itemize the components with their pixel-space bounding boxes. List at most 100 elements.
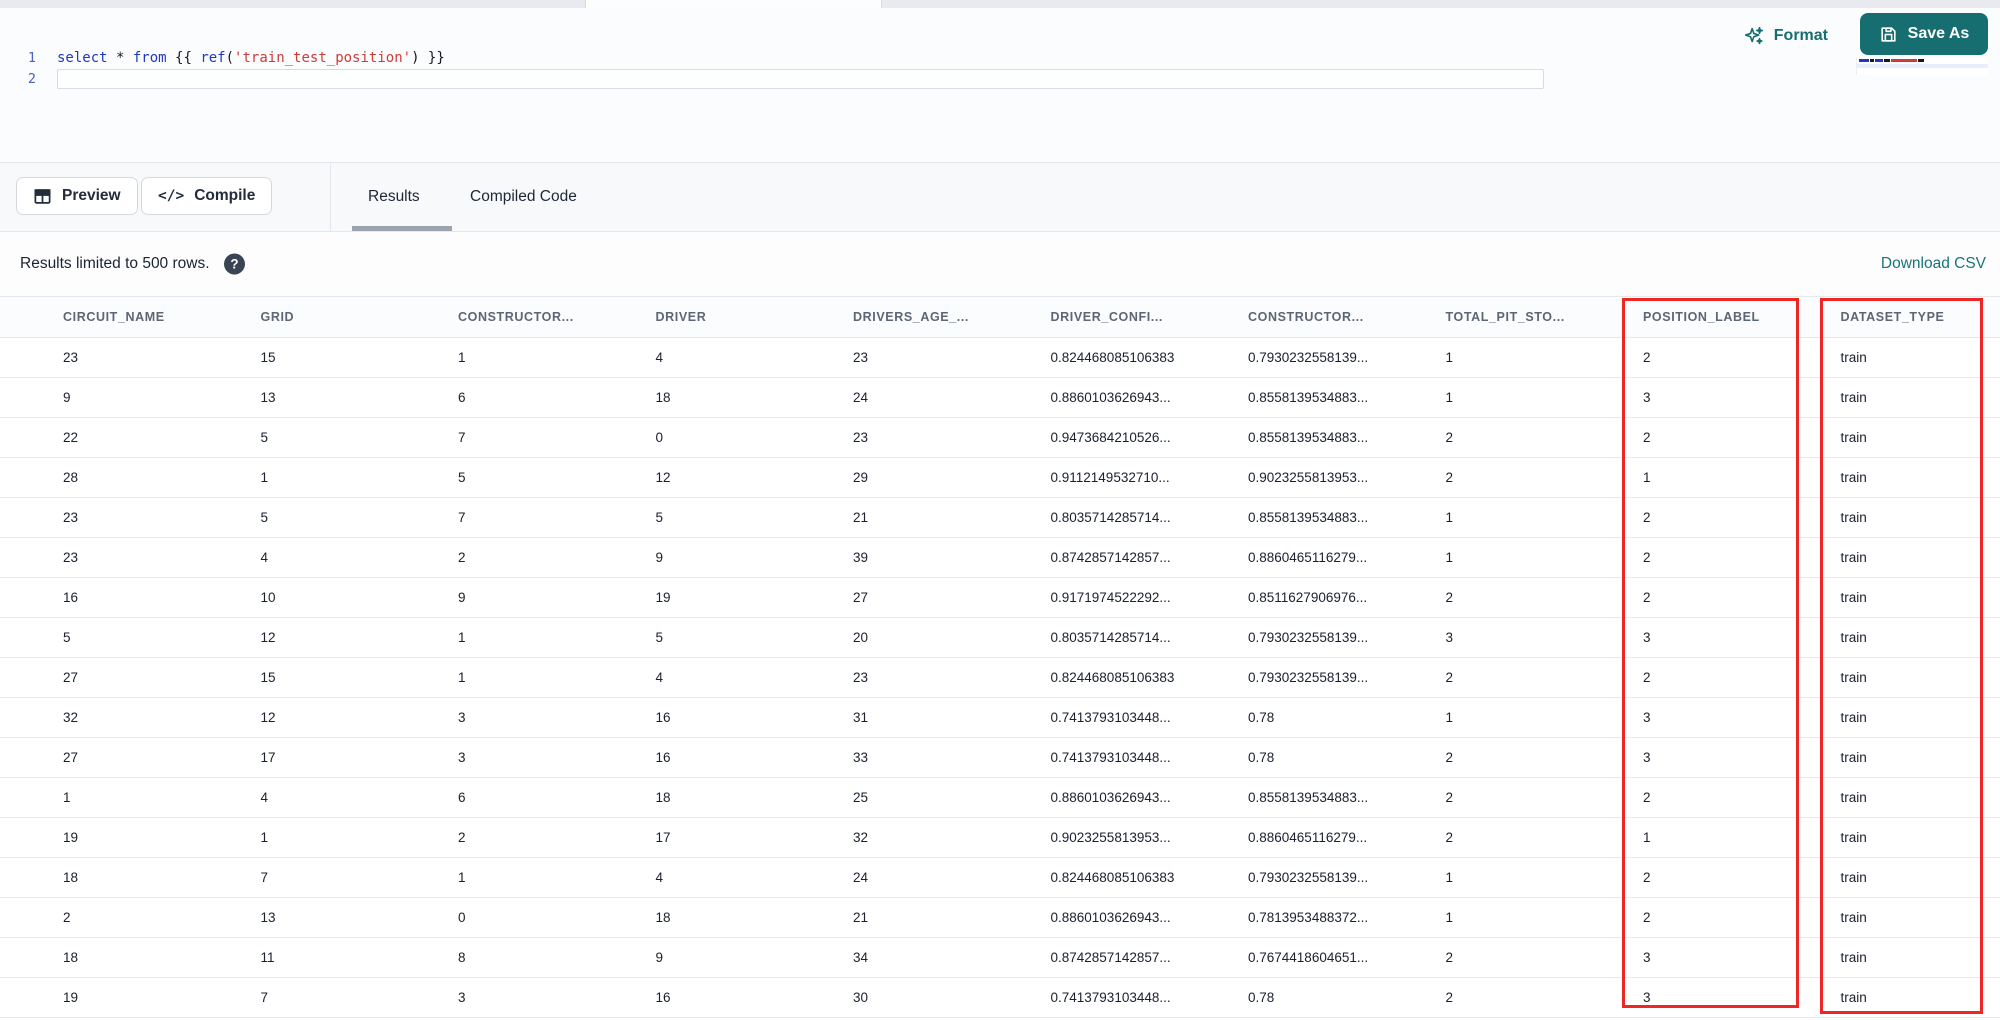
table-row: 32 12 3 16 31 0.7413793103448... 0.78 1 3 train — [0, 698, 2000, 738]
table-cell: 17 — [655, 830, 671, 845]
table-cell: 2 — [1445, 990, 1454, 1005]
table-cell: 2 — [1445, 470, 1454, 485]
table-cell: 0.9473684210526... — [1050, 430, 1171, 445]
table-cell: 1 — [1445, 350, 1454, 365]
table-cell: 0.7674418604651... — [1248, 950, 1369, 965]
table-cell: 21 — [853, 510, 869, 525]
table-cell: 16 — [63, 590, 79, 605]
table-cell: train — [1840, 390, 1867, 405]
table-cell: 19 — [655, 590, 671, 605]
table-cell: 18 — [655, 790, 671, 805]
current-line-highlight[interactable] — [57, 69, 1544, 89]
table-cell: train — [1840, 750, 1867, 765]
table-cell: 10 — [260, 590, 276, 605]
active-file-tab[interactable] — [585, 0, 882, 8]
table-cell: train — [1840, 950, 1867, 965]
table-cell: 25 — [853, 790, 869, 805]
table-cell: 2 — [1643, 790, 1651, 805]
column-header: CONSTRUCTOR... — [1248, 310, 1364, 324]
preview-button[interactable]: Preview — [16, 177, 138, 215]
table-cell: 4 — [655, 350, 664, 365]
column-header: CONSTRUCTOR... — [458, 310, 574, 324]
table-cell: 1 — [1445, 910, 1454, 925]
table-cell: 20 — [853, 630, 869, 645]
table-cell: 2 — [458, 550, 466, 565]
table-cell: 0.9023255813953... — [1248, 470, 1369, 485]
tab-compiled-code[interactable]: Compiled Code — [470, 163, 577, 231]
table-cell: 0.9112149532710... — [1050, 470, 1170, 485]
table-row: 5 12 1 5 20 0.8035714285714... 0.7930232558139… — [0, 618, 2000, 658]
table-cell: 0.8558139534883... — [1248, 790, 1369, 805]
table-cell: 2 — [1643, 350, 1651, 365]
table-cell: 1 — [1445, 710, 1454, 725]
table-cell: 9 — [63, 390, 71, 405]
table-cell: 1 — [1445, 390, 1454, 405]
compile-button[interactable]: </> Compile — [141, 177, 273, 215]
table-cell: 27 — [853, 590, 869, 605]
format-label: Format — [1773, 27, 1828, 44]
table-cell: 5 — [63, 630, 71, 645]
table-cell: 0.824468085106383 — [1050, 670, 1175, 685]
compile-label: Compile — [194, 187, 256, 204]
code-editor[interactable]: 1 2 select * from {{ ref('train_test_pos… — [0, 8, 2000, 163]
table-cell: 0.8742857142857... — [1050, 550, 1171, 565]
table-cell: 3 — [1643, 390, 1651, 405]
save-as-button[interactable]: Save As — [1860, 13, 1988, 55]
table-cell: train — [1840, 350, 1867, 365]
table-cell: 1 — [260, 470, 269, 485]
code-token: * — [107, 50, 133, 66]
table-cell: 0.8860103626943... — [1050, 390, 1171, 405]
table-cell: 31 — [853, 710, 869, 725]
table-cell: 15 — [260, 670, 276, 685]
table-cell: 0.7413793103448... — [1050, 990, 1171, 1005]
minimap-code-line — [1859, 59, 1924, 62]
tab-results[interactable]: Results — [368, 163, 420, 231]
table-cell: 18 — [63, 950, 79, 965]
table-cell: 5 — [458, 470, 466, 485]
table-row: 23 4 2 9 39 0.8742857142857... 0.8860465116279… — [0, 538, 2000, 578]
table-row: 1 4 6 18 25 0.8860103626943... 0.8558139534883… — [0, 778, 2000, 818]
table-cell: 23 — [63, 550, 79, 565]
table-cell: 2 — [1643, 510, 1651, 525]
table-cell: 13 — [260, 910, 276, 925]
table-cell: 0.824468085106383 — [1050, 870, 1175, 885]
table-cell: train — [1840, 710, 1867, 725]
table-cell: 21 — [853, 910, 869, 925]
table-cell: 16 — [655, 710, 671, 725]
table-row: 22 5 7 0 23 0.9473684210526... 0.8558139534883… — [0, 418, 2000, 458]
column-header: DRIVER_CONFI... — [1050, 310, 1163, 324]
column-header: CIRCUIT_NAME — [63, 310, 165, 324]
table-row: 23 15 1 4 23 0.824468085106383 0.7930232558139… — [0, 338, 2000, 378]
help-icon[interactable]: ? — [224, 253, 245, 275]
table-header-row: CIRCUIT_NAME GRID CONSTRUCTOR... DRIVER DRIV… — [0, 296, 2000, 338]
table-cell: 18 — [63, 870, 79, 885]
column-header: GRID — [260, 310, 295, 324]
table-cell: 0.8035714285714... — [1050, 630, 1171, 645]
table-cell: 18 — [655, 910, 671, 925]
code-token: from — [132, 50, 167, 66]
table-cell: 3 — [1643, 990, 1651, 1005]
table-cell: 18 — [655, 390, 671, 405]
table-cell: train — [1840, 910, 1867, 925]
column-header: POSITION_LABEL — [1643, 310, 1760, 324]
table-row: 18 7 1 4 24 0.824468085106383 0.7930232558139.… — [0, 858, 2000, 898]
table-cell: 0.9023255813953... — [1050, 830, 1171, 845]
editor-minimap[interactable] — [1856, 57, 1988, 75]
download-csv-link[interactable]: Download CSV — [1881, 255, 1986, 273]
table-cell: 7 — [260, 870, 269, 885]
active-tab-underline — [352, 226, 452, 231]
table-cell: 17 — [260, 750, 276, 765]
table-cell: 4 — [655, 670, 664, 685]
table-cell: 11 — [260, 950, 275, 965]
tab-results-label: Results — [368, 188, 420, 205]
format-button[interactable]: Format — [1743, 20, 1828, 52]
table-cell: 28 — [63, 470, 79, 485]
table-cell: 2 — [1643, 550, 1651, 565]
toolbar-divider — [330, 163, 331, 231]
table-cell: train — [1840, 990, 1867, 1005]
table-cell: 3 — [458, 710, 466, 725]
table-cell: 39 — [853, 550, 869, 565]
table-cell: 8 — [458, 950, 466, 965]
table-cell: 3 — [1643, 710, 1651, 725]
code-line[interactable]: select * from {{ ref('train_test_positio… — [57, 48, 445, 68]
